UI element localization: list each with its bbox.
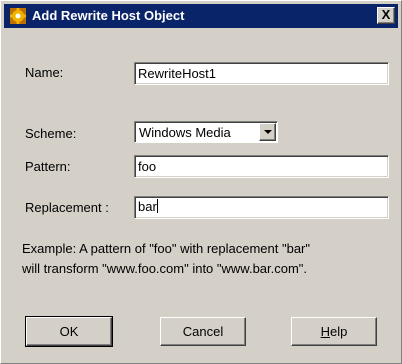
title-bar[interactable]: Add Rewrite Host Object X — [4, 4, 398, 28]
close-icon: X — [381, 7, 391, 22]
replacement-field[interactable]: bar — [134, 196, 389, 219]
rewrite-host-dialog: Add Rewrite Host Object X Name: Scheme: … — [0, 0, 402, 364]
example-text: Example: A pattern of "foo" with replace… — [22, 239, 392, 279]
ok-button[interactable]: OK — [25, 316, 113, 347]
scheme-select[interactable]: Windows Media — [134, 121, 278, 143]
pattern-field[interactable] — [134, 155, 389, 178]
scheme-label: Scheme: — [25, 126, 77, 141]
window-title: Add Rewrite Host Object — [32, 8, 185, 23]
gear-icon — [10, 8, 26, 24]
text-cursor — [156, 199, 158, 213]
ok-label: OK — [59, 324, 79, 339]
help-mnemonic: H — [320, 324, 331, 339]
help-button[interactable]: Help — [291, 317, 377, 346]
example-line-2: will transform "www.foo.com" into "www.b… — [22, 261, 308, 276]
cancel-button[interactable]: Cancel — [160, 317, 246, 346]
close-button[interactable]: X — [377, 7, 395, 24]
replacement-text: bar — [138, 199, 157, 214]
cancel-label: Cancel — [182, 324, 224, 339]
scheme-selected-value: Windows Media — [139, 125, 231, 140]
name-field[interactable] — [134, 62, 389, 85]
help-label: elp — [330, 324, 348, 339]
chevron-down-icon[interactable] — [259, 123, 276, 141]
pattern-label: Pattern: — [25, 159, 71, 174]
example-line-1: Example: A pattern of "foo" with replace… — [22, 241, 310, 256]
name-label: Name: — [25, 65, 64, 80]
replacement-label: Replacement : — [25, 200, 109, 215]
